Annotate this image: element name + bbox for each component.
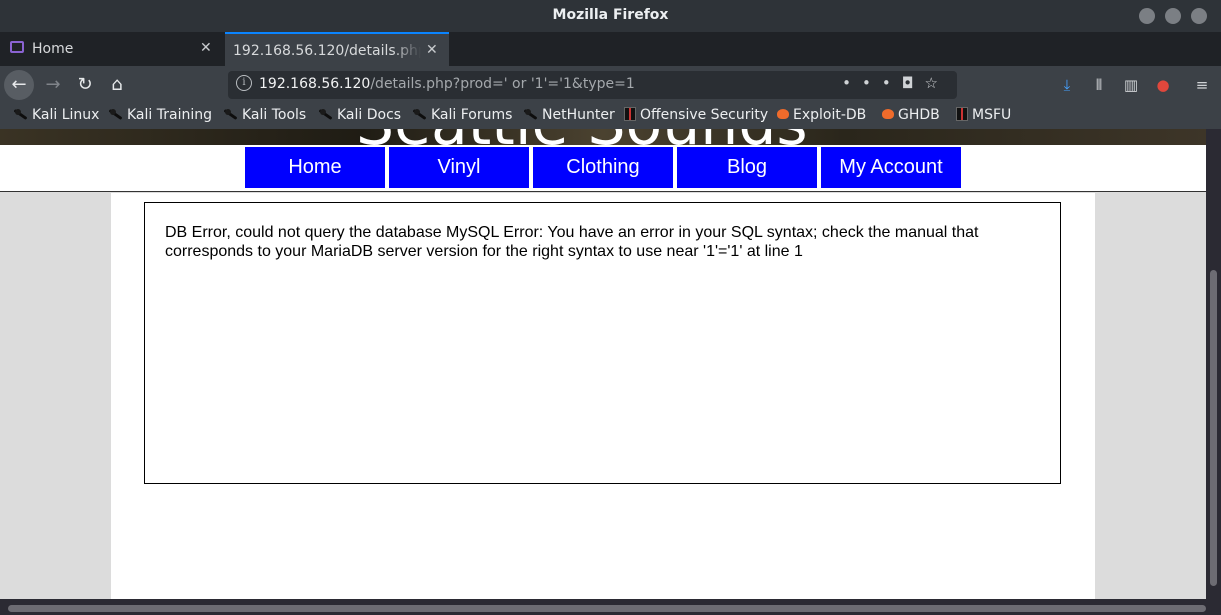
bookmark-kali-forums[interactable]: Kali Forums	[411, 107, 512, 127]
bookmark-kali-tools[interactable]: Kali Tools	[222, 107, 306, 127]
site-banner: Seattle Sounds	[0, 129, 1206, 145]
tab-strip: Home ✕ 192.168.56.120/details.php?prod='…	[0, 32, 1221, 91]
menu-icon[interactable]: ≡	[1193, 76, 1211, 94]
close-tab-icon[interactable]: ✕	[200, 40, 212, 56]
kali-dragon-icon	[522, 107, 538, 121]
kali-dragon-icon	[12, 107, 28, 121]
bookmark-star-icon[interactable]: ☆	[925, 74, 949, 92]
tab-home[interactable]: Home ✕	[0, 32, 224, 66]
page-icon	[10, 41, 24, 53]
tab-label: 192.168.56.120/details.php?prod=' or '1'…	[233, 43, 421, 59]
offsec-icon	[624, 107, 636, 121]
page-actions-icon[interactable]: •••	[842, 74, 902, 92]
vertical-scroll-thumb[interactable]	[1210, 270, 1217, 586]
maximize-button[interactable]	[1165, 8, 1181, 24]
forward-button[interactable]: →	[38, 70, 68, 100]
horizontal-scrollbar[interactable]	[0, 599, 1221, 615]
bookmark-kali-training[interactable]: Kali Training	[107, 107, 212, 127]
vertical-scrollbar[interactable]	[1206, 129, 1221, 599]
kali-dragon-icon	[107, 107, 123, 121]
url-bar[interactable]: i 192.168.56.120/details.php?prod=' or '…	[228, 71, 957, 99]
kali-dragon-icon	[317, 107, 333, 121]
bookmark-kali-linux[interactable]: Kali Linux	[12, 107, 99, 127]
main-content: DB Error, could not query the database M…	[111, 193, 1095, 615]
horizontal-scroll-thumb[interactable]	[8, 605, 1206, 612]
extension-icon[interactable]: ●	[1154, 76, 1172, 94]
back-button[interactable]: ←	[4, 70, 34, 100]
nav-clothing[interactable]: Clothing	[533, 147, 673, 188]
pocket-icon[interactable]: ◘	[902, 74, 925, 92]
url-actions: •••◘☆	[842, 74, 949, 92]
minimize-button[interactable]	[1139, 8, 1155, 24]
home-button[interactable]: ⌂	[102, 70, 132, 100]
tab-label: Home	[32, 41, 74, 57]
bookmark-kali-docs[interactable]: Kali Docs	[317, 107, 401, 127]
exploitdb-icon	[777, 109, 789, 119]
nav-home[interactable]: Home	[245, 147, 385, 188]
window-titlebar: Mozilla Firefox	[0, 0, 1221, 32]
reload-button[interactable]: ↻	[70, 70, 100, 100]
site-info-icon[interactable]: i	[236, 75, 252, 91]
close-window-button[interactable]	[1191, 8, 1207, 24]
library-icon[interactable]: ⫴	[1090, 76, 1108, 94]
bookmarks-toolbar: Kali Linux Kali Training Kali Tools Kali…	[0, 104, 1221, 129]
kali-dragon-icon	[222, 107, 238, 121]
kali-dragon-icon	[411, 107, 427, 121]
url-text[interactable]: 192.168.56.120/details.php?prod=' or '1'…	[259, 76, 635, 92]
downloads-icon[interactable]: ⤓	[1058, 76, 1076, 94]
error-box: DB Error, could not query the database M…	[144, 202, 1061, 484]
bookmark-nethunter[interactable]: NetHunter	[522, 107, 615, 127]
nav-blog[interactable]: Blog	[677, 147, 817, 188]
site-nav: Home Vinyl Clothing Blog My Account	[0, 145, 1206, 192]
exploitdb-icon	[882, 109, 894, 119]
nav-my-account[interactable]: My Account	[821, 147, 961, 188]
nav-vinyl[interactable]: Vinyl	[389, 147, 529, 188]
bookmark-exploit-db[interactable]: Exploit-DB	[777, 107, 866, 127]
tab-details[interactable]: 192.168.56.120/details.php?prod=' or '1'…	[225, 32, 449, 66]
site-title: Seattle Sounds	[356, 129, 808, 145]
offsec-icon	[956, 107, 968, 121]
error-message: DB Error, could not query the database M…	[165, 224, 979, 260]
bookmark-ghdb[interactable]: GHDB	[882, 107, 940, 127]
bookmark-msfu[interactable]: MSFU	[956, 107, 1011, 127]
page-viewport: Seattle Sounds Home Vinyl Clothing Blog …	[0, 129, 1221, 615]
close-tab-icon[interactable]: ✕	[426, 42, 438, 58]
bookmark-offensive-security[interactable]: Offensive Security	[624, 107, 768, 127]
sidebar-icon[interactable]: ▥	[1122, 76, 1140, 94]
navigation-toolbar: ← → ↻ ⌂ i 192.168.56.120/details.php?pro…	[0, 66, 1221, 104]
window-title: Mozilla Firefox	[552, 7, 669, 23]
